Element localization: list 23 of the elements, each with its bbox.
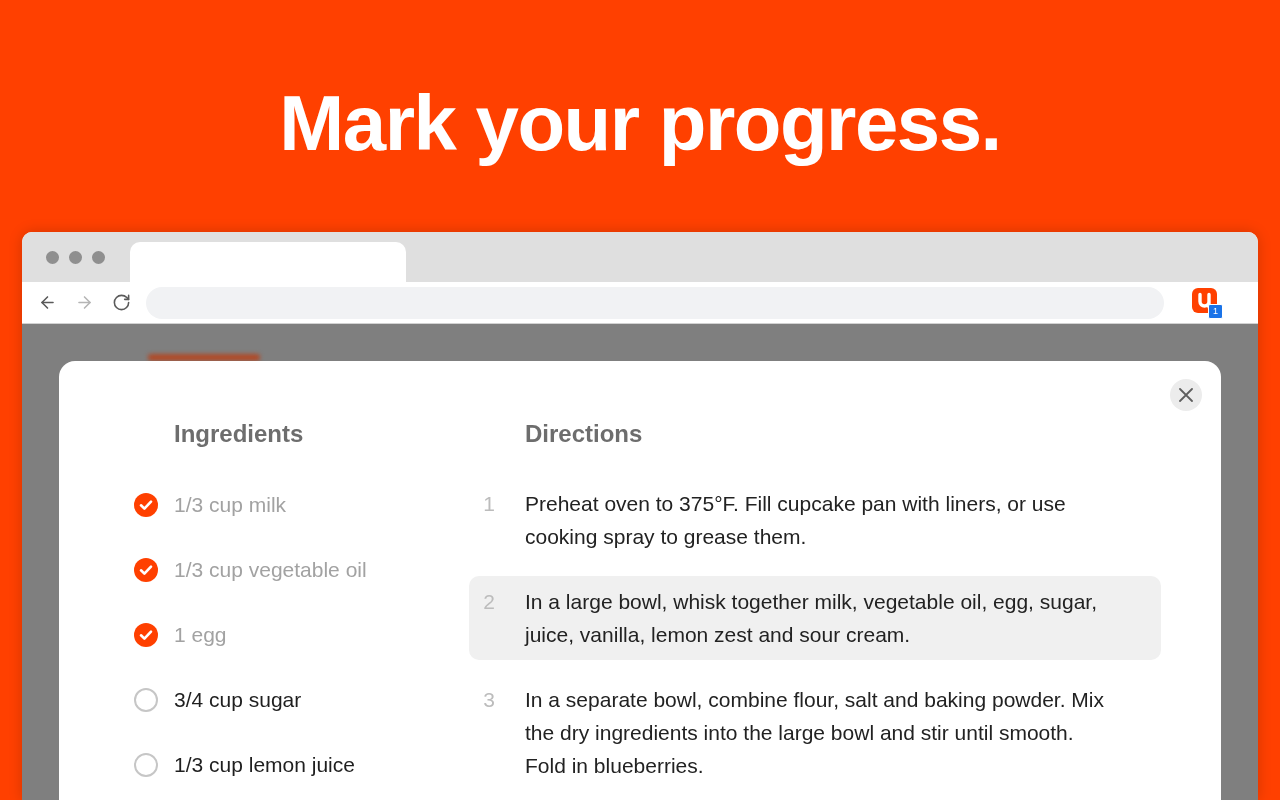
step-text: In a large bowl, whisk together milk, vegetable oil, egg, sugar, juice, vanilla, lemon zest and sour cream. bbox=[525, 589, 1098, 648]
close-button[interactable] bbox=[1170, 379, 1202, 411]
checkbox[interactable] bbox=[134, 492, 158, 517]
checkbox[interactable] bbox=[134, 687, 158, 712]
reload-icon[interactable] bbox=[111, 293, 131, 312]
ingredient-text: 1/3 cup vegetable oil bbox=[174, 556, 367, 583]
close-icon bbox=[1179, 388, 1193, 402]
step-number: 3 bbox=[482, 687, 496, 713]
ingredients-heading: Ingredients bbox=[174, 420, 304, 448]
extension-icon[interactable] bbox=[1192, 287, 1217, 313]
ingredient-text: 1/3 cup milk bbox=[174, 491, 287, 518]
ingredient-text: 1 egg bbox=[174, 621, 227, 648]
window-controls-icon[interactable] bbox=[46, 250, 106, 264]
checkbox[interactable] bbox=[134, 752, 158, 777]
ingredient-text: 1/3 cup lemon juice bbox=[174, 751, 355, 778]
step-number: 1 bbox=[482, 491, 496, 517]
checkbox[interactable] bbox=[134, 622, 158, 647]
ingredient-text: 3/4 cup sugar bbox=[174, 686, 302, 713]
step-text: In a separate bowl, combine flour, salt and baking powder. Mix the dry ingredients into the large bowl and stir until smooth. Fold in blueberries. bbox=[525, 687, 1105, 779]
extension-badge: 1 bbox=[1208, 303, 1223, 319]
step-text: Preheat oven to 375°F. Fill cupcake pan with liners, or use cooking spray to grease them. bbox=[525, 491, 1067, 550]
directions-heading: Directions bbox=[525, 420, 643, 448]
checkbox[interactable] bbox=[134, 557, 158, 582]
